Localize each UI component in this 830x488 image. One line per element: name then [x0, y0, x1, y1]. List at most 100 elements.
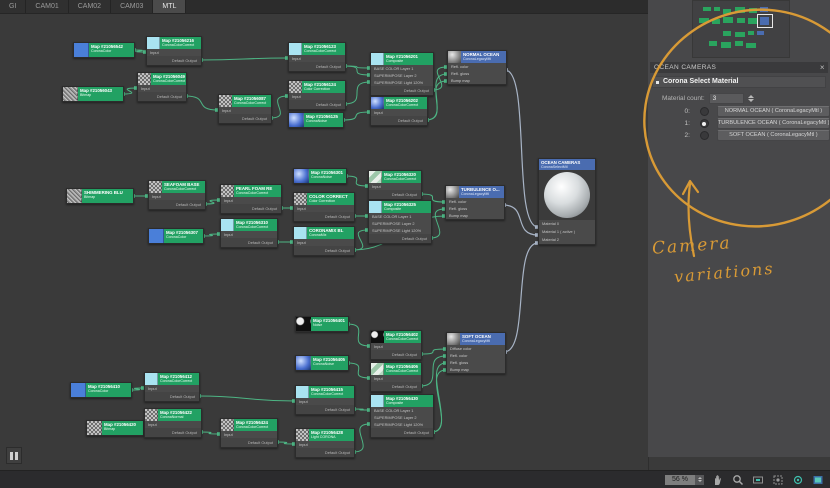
- zoom-magnifier-icon[interactable]: [731, 473, 744, 486]
- graph-node-n22[interactable]: TURBULENCE O...CoronaLegacyMtlRefl. colo…: [445, 185, 505, 220]
- graph-node-n06[interactable]: Map #21056123CoronaColorCorrectInputDefa…: [288, 42, 346, 72]
- node-output-slot[interactable]: Default Output: [221, 238, 277, 247]
- node-input-slot[interactable]: SUPERIMPOSE Light 120%: [371, 79, 433, 86]
- graph-node-n21[interactable]: Map #21056325CompositeBASE COLOR Layer 1…: [368, 200, 432, 244]
- pan-to-selected-icon[interactable]: [791, 473, 804, 486]
- node-input-slot[interactable]: Input: [221, 231, 277, 238]
- select-material-slot[interactable]: Material 1 ( active ): [539, 228, 595, 236]
- pause-auto-update-button[interactable]: [6, 447, 22, 464]
- graph-node-n19[interactable]: CORONAMIX BLCoronaMixInputDefault Output: [293, 226, 355, 256]
- material-radio[interactable]: [700, 119, 709, 128]
- material-input-slot[interactable]: Bump map: [448, 77, 506, 84]
- tab-cam01[interactable]: CAM01: [26, 0, 68, 13]
- node-output-slot[interactable]: Default Output: [294, 212, 354, 221]
- node-input-slot[interactable]: Input: [371, 109, 427, 116]
- node-input-slot[interactable]: Input: [145, 421, 201, 428]
- zoom-region-icon[interactable]: [771, 473, 784, 486]
- zoom-extents-icon[interactable]: [751, 473, 764, 486]
- node-input-slot[interactable]: SUPERIMPOSE Layer 2: [371, 72, 433, 79]
- spinner-down-icon[interactable]: [748, 99, 754, 102]
- graph-node-n15[interactable]: Map #21056301CoronaNoise: [293, 168, 347, 184]
- node-input-slot[interactable]: Input: [294, 205, 354, 212]
- graph-node-n09[interactable]: Map #21056201CompositeBASE COLOR Layer 1…: [370, 52, 434, 96]
- node-input-slot[interactable]: Input: [294, 239, 354, 246]
- node-output-slot[interactable]: Default Output: [296, 448, 354, 457]
- material-input-slot[interactable]: Refl. gloss: [446, 205, 504, 212]
- node-output-slot[interactable]: Default Output: [221, 438, 277, 447]
- node-output-slot[interactable]: Default Output: [219, 114, 271, 123]
- material-input-slot[interactable]: Diffuse color: [447, 345, 505, 352]
- node-input-slot[interactable]: Input: [289, 55, 345, 62]
- select-material-slot[interactable]: Material 2: [539, 236, 595, 244]
- tab-cam03[interactable]: CAM03: [111, 0, 153, 13]
- material-input-slot[interactable]: Bump map: [447, 366, 505, 373]
- node-input-slot[interactable]: Input: [147, 49, 201, 56]
- graph-node-n34[interactable]: Map #21056428Light CORONAInputDefault Ou…: [295, 428, 355, 458]
- node-input-slot[interactable]: Input: [138, 85, 186, 92]
- select-material-slot[interactable]: Material 0: [539, 220, 595, 228]
- node-input-slot[interactable]: Input: [289, 93, 345, 100]
- graph-node-n31[interactable]: Map #21056420Bitmap: [86, 420, 144, 436]
- graph-node-n16[interactable]: COLOR CORRECTColor CorrectionInputDefaul…: [293, 192, 355, 222]
- pan-hand-icon[interactable]: [711, 473, 724, 486]
- material-button[interactable]: TURBULENCE OCEAN ( CoronaLegacyMtl ): [717, 118, 830, 129]
- tab-mtl[interactable]: MTL: [153, 0, 186, 13]
- material-input-slot[interactable]: Refl. color: [446, 198, 504, 205]
- material-count-spinner[interactable]: [748, 94, 755, 103]
- tab-gi[interactable]: GI: [0, 0, 26, 13]
- node-input-slot[interactable]: SUPERIMPOSE Layer 2: [369, 220, 431, 227]
- close-icon[interactable]: ×: [820, 62, 825, 73]
- graph-node-n20[interactable]: Map #21056320CoronaColorCorrectInputDefa…: [368, 170, 422, 200]
- graph-node-n10[interactable]: Map #21056202CoronaColorCorrectInputDefa…: [370, 96, 428, 126]
- graph-node-n23[interactable]: OCEAN CAMERASCoronaSelectMtlMaterial 0Ma…: [538, 158, 596, 245]
- graph-node-n14[interactable]: PEARL FOAM RECoronaColorCorrectInputDefa…: [220, 184, 282, 214]
- material-radio[interactable]: [700, 107, 709, 116]
- node-output-slot[interactable]: Default Output: [371, 350, 421, 359]
- node-output-slot[interactable]: Default Output: [145, 428, 201, 437]
- graph-node-n17[interactable]: Map #21056307CoronaColor: [148, 228, 204, 244]
- node-output-slot[interactable]: Default Output: [371, 382, 421, 391]
- node-input-slot[interactable]: SUPERIMPOSE Layer 2: [371, 414, 433, 421]
- node-input-slot[interactable]: Input: [149, 193, 205, 200]
- material-button[interactable]: NORMAL OCEAN ( CoronaLegacyMtl ): [717, 106, 830, 117]
- spinner-down-icon[interactable]: [698, 480, 702, 482]
- node-input-slot[interactable]: Input: [221, 431, 277, 438]
- node-output-slot[interactable]: Default Output: [371, 116, 427, 125]
- node-input-slot[interactable]: Input: [219, 107, 271, 114]
- material-count-input[interactable]: 3: [709, 93, 744, 104]
- node-input-slot[interactable]: Input: [296, 398, 354, 405]
- node-output-slot[interactable]: Default Output: [289, 62, 345, 71]
- node-output-slot[interactable]: Default Output: [138, 92, 186, 101]
- rollout-corona-select-material[interactable]: Corona Select Material: [652, 76, 826, 88]
- spinner-up-icon[interactable]: [748, 95, 754, 98]
- tab-cam02[interactable]: CAM02: [69, 0, 111, 13]
- graph-node-n28[interactable]: Map #21056410CoronaColor: [70, 382, 132, 398]
- graph-node-n08[interactable]: Map #21056125CoronaNoise: [288, 112, 344, 128]
- graph-node-n36[interactable]: SOFT OCEANCoronaLegacyMtlDiffuse colorRe…: [446, 332, 506, 374]
- node-input-slot[interactable]: SUPERIMPOSE Light 120%: [369, 227, 431, 234]
- graph-node-n26[interactable]: Map #21056405CoronaNoise: [295, 355, 349, 371]
- node-output-slot[interactable]: Default Output: [289, 100, 345, 109]
- graph-node-n07[interactable]: Map #21056124Color CorrectionInputDefaul…: [288, 80, 346, 110]
- material-input-slot[interactable]: Refl. gloss: [448, 70, 506, 77]
- graph-node-n04[interactable]: Map #21056049CoronaColorCorrectInputDefa…: [137, 72, 187, 102]
- material-radio[interactable]: [700, 131, 709, 140]
- node-input-slot[interactable]: BASE COLOR Layer 1: [369, 213, 431, 220]
- graph-node-n03[interactable]: Map #21056043Bitmap: [62, 86, 124, 102]
- node-output-slot[interactable]: Default Output: [149, 200, 205, 209]
- graph-node-n30[interactable]: Map #21056415CoronaColorCorrectInputDefa…: [295, 385, 355, 415]
- graph-node-n27[interactable]: Map #21056406CoronaColorCorrectInputDefa…: [370, 362, 422, 392]
- material-input-slot[interactable]: Refl. color: [447, 352, 505, 359]
- node-input-slot[interactable]: Input: [221, 197, 281, 204]
- graph-node-n12[interactable]: SHIMMERING BLUBitmap: [66, 188, 134, 204]
- node-output-slot[interactable]: Default Output: [145, 392, 199, 401]
- node-input-slot[interactable]: BASE COLOR Layer 1: [371, 65, 433, 72]
- node-output-slot[interactable]: Default Output: [371, 86, 433, 95]
- node-output-slot[interactable]: Default Output: [294, 246, 354, 255]
- zoom-percent-value[interactable]: 56 %: [665, 475, 695, 485]
- graph-node-n33[interactable]: Map #21056424CoronaColorCorrectInputDefa…: [220, 418, 278, 448]
- node-output-slot[interactable]: Default Output: [296, 405, 354, 414]
- node-input-slot[interactable]: Input: [371, 343, 421, 350]
- minimap-selection-box[interactable]: [757, 14, 773, 28]
- graph-node-n32[interactable]: Map #21056422CoronaNormalInputDefault Ou…: [144, 408, 202, 438]
